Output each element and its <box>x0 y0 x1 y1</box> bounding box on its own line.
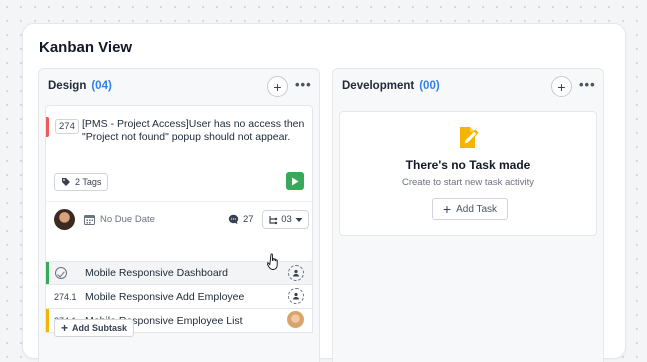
column-design: Design (04) + ••• 274 [PMS - Project Acce… <box>38 68 320 362</box>
subtask-title[interactable]: Mobile Responsive Dashboard <box>85 267 228 279</box>
column-development: Development (00) + ••• There's no Task ma… <box>332 68 604 362</box>
plus-icon: + <box>273 78 282 95</box>
avatar[interactable] <box>54 209 75 230</box>
assignee-avatar[interactable] <box>287 311 304 328</box>
more-options-icon[interactable]: ••• <box>295 77 312 92</box>
due-date-label: No Due Date <box>100 214 155 225</box>
task-title[interactable]: [PMS - Project Access]User has no access… <box>82 118 310 144</box>
divider <box>46 201 312 202</box>
plus-icon: + <box>61 321 69 335</box>
add-task-button[interactable]: + Add Task <box>432 198 508 220</box>
column-name: Design <box>48 80 87 92</box>
tags-label: 2 Tags <box>75 177 102 187</box>
plus-icon: + <box>442 201 452 217</box>
start-timer-button[interactable] <box>286 172 304 190</box>
empty-state: There's no Task made Create to start new… <box>339 111 597 236</box>
assign-user-icon[interactable] <box>288 288 304 304</box>
empty-state-subtitle: Create to start new task activity <box>402 177 534 188</box>
due-date[interactable]: No Due Date <box>84 214 155 225</box>
subtask-row[interactable]: 274.1 Mobile Responsive Add Employee <box>45 285 313 309</box>
more-options-icon[interactable]: ••• <box>579 77 596 92</box>
subtask-title[interactable]: Mobile Responsive Add Employee <box>85 291 244 303</box>
subtask-status-bar <box>46 262 49 284</box>
add-subtask-button[interactable]: + Add Subtask <box>54 319 135 337</box>
tags-button[interactable]: 2 Tags <box>54 173 109 191</box>
chevron-down-icon <box>295 217 303 222</box>
column-header: Development (00) + ••• <box>333 69 603 103</box>
subtask-number: 274.1 <box>54 291 77 302</box>
priority-indicator <box>46 117 49 137</box>
subtask-icon <box>269 215 278 224</box>
comments-count: 27 <box>243 214 254 225</box>
comment-icon <box>228 214 239 225</box>
calendar-icon <box>84 215 95 225</box>
column-name: Development <box>342 80 415 92</box>
note-edit-icon <box>460 127 479 148</box>
add-task-button[interactable]: + <box>551 76 572 97</box>
column-count: (04) <box>91 80 112 92</box>
play-icon <box>292 177 299 185</box>
comments-button[interactable]: 27 <box>228 214 254 225</box>
column-title: Development (00) <box>342 80 440 92</box>
add-task-label: Add Task <box>456 203 498 215</box>
empty-state-title: There's no Task made <box>405 158 531 172</box>
task-id: 274 <box>55 119 79 134</box>
kanban-board: Kanban View Design (04) + ••• 274 [PMS - … <box>22 23 626 362</box>
subtask-status-bar <box>46 309 49 332</box>
check-circle-icon[interactable] <box>55 267 67 279</box>
plus-icon: + <box>557 78 566 95</box>
subtasks-count: 03 <box>281 214 292 225</box>
page-title: Kanban View <box>39 39 133 56</box>
hand-cursor-icon <box>267 253 278 270</box>
tag-icon <box>62 178 70 186</box>
column-header: Design (04) + ••• <box>39 69 319 103</box>
add-subtask-label: Add Subtask <box>72 323 128 333</box>
column-count: (00) <box>419 80 440 92</box>
task-card[interactable]: 274 [PMS - Project Access]User has no ac… <box>45 105 313 263</box>
assign-user-icon[interactable] <box>288 265 304 281</box>
subtasks-toggle[interactable]: 03 <box>262 210 309 229</box>
column-title: Design (04) <box>48 80 112 92</box>
add-task-button[interactable]: + <box>267 76 288 97</box>
